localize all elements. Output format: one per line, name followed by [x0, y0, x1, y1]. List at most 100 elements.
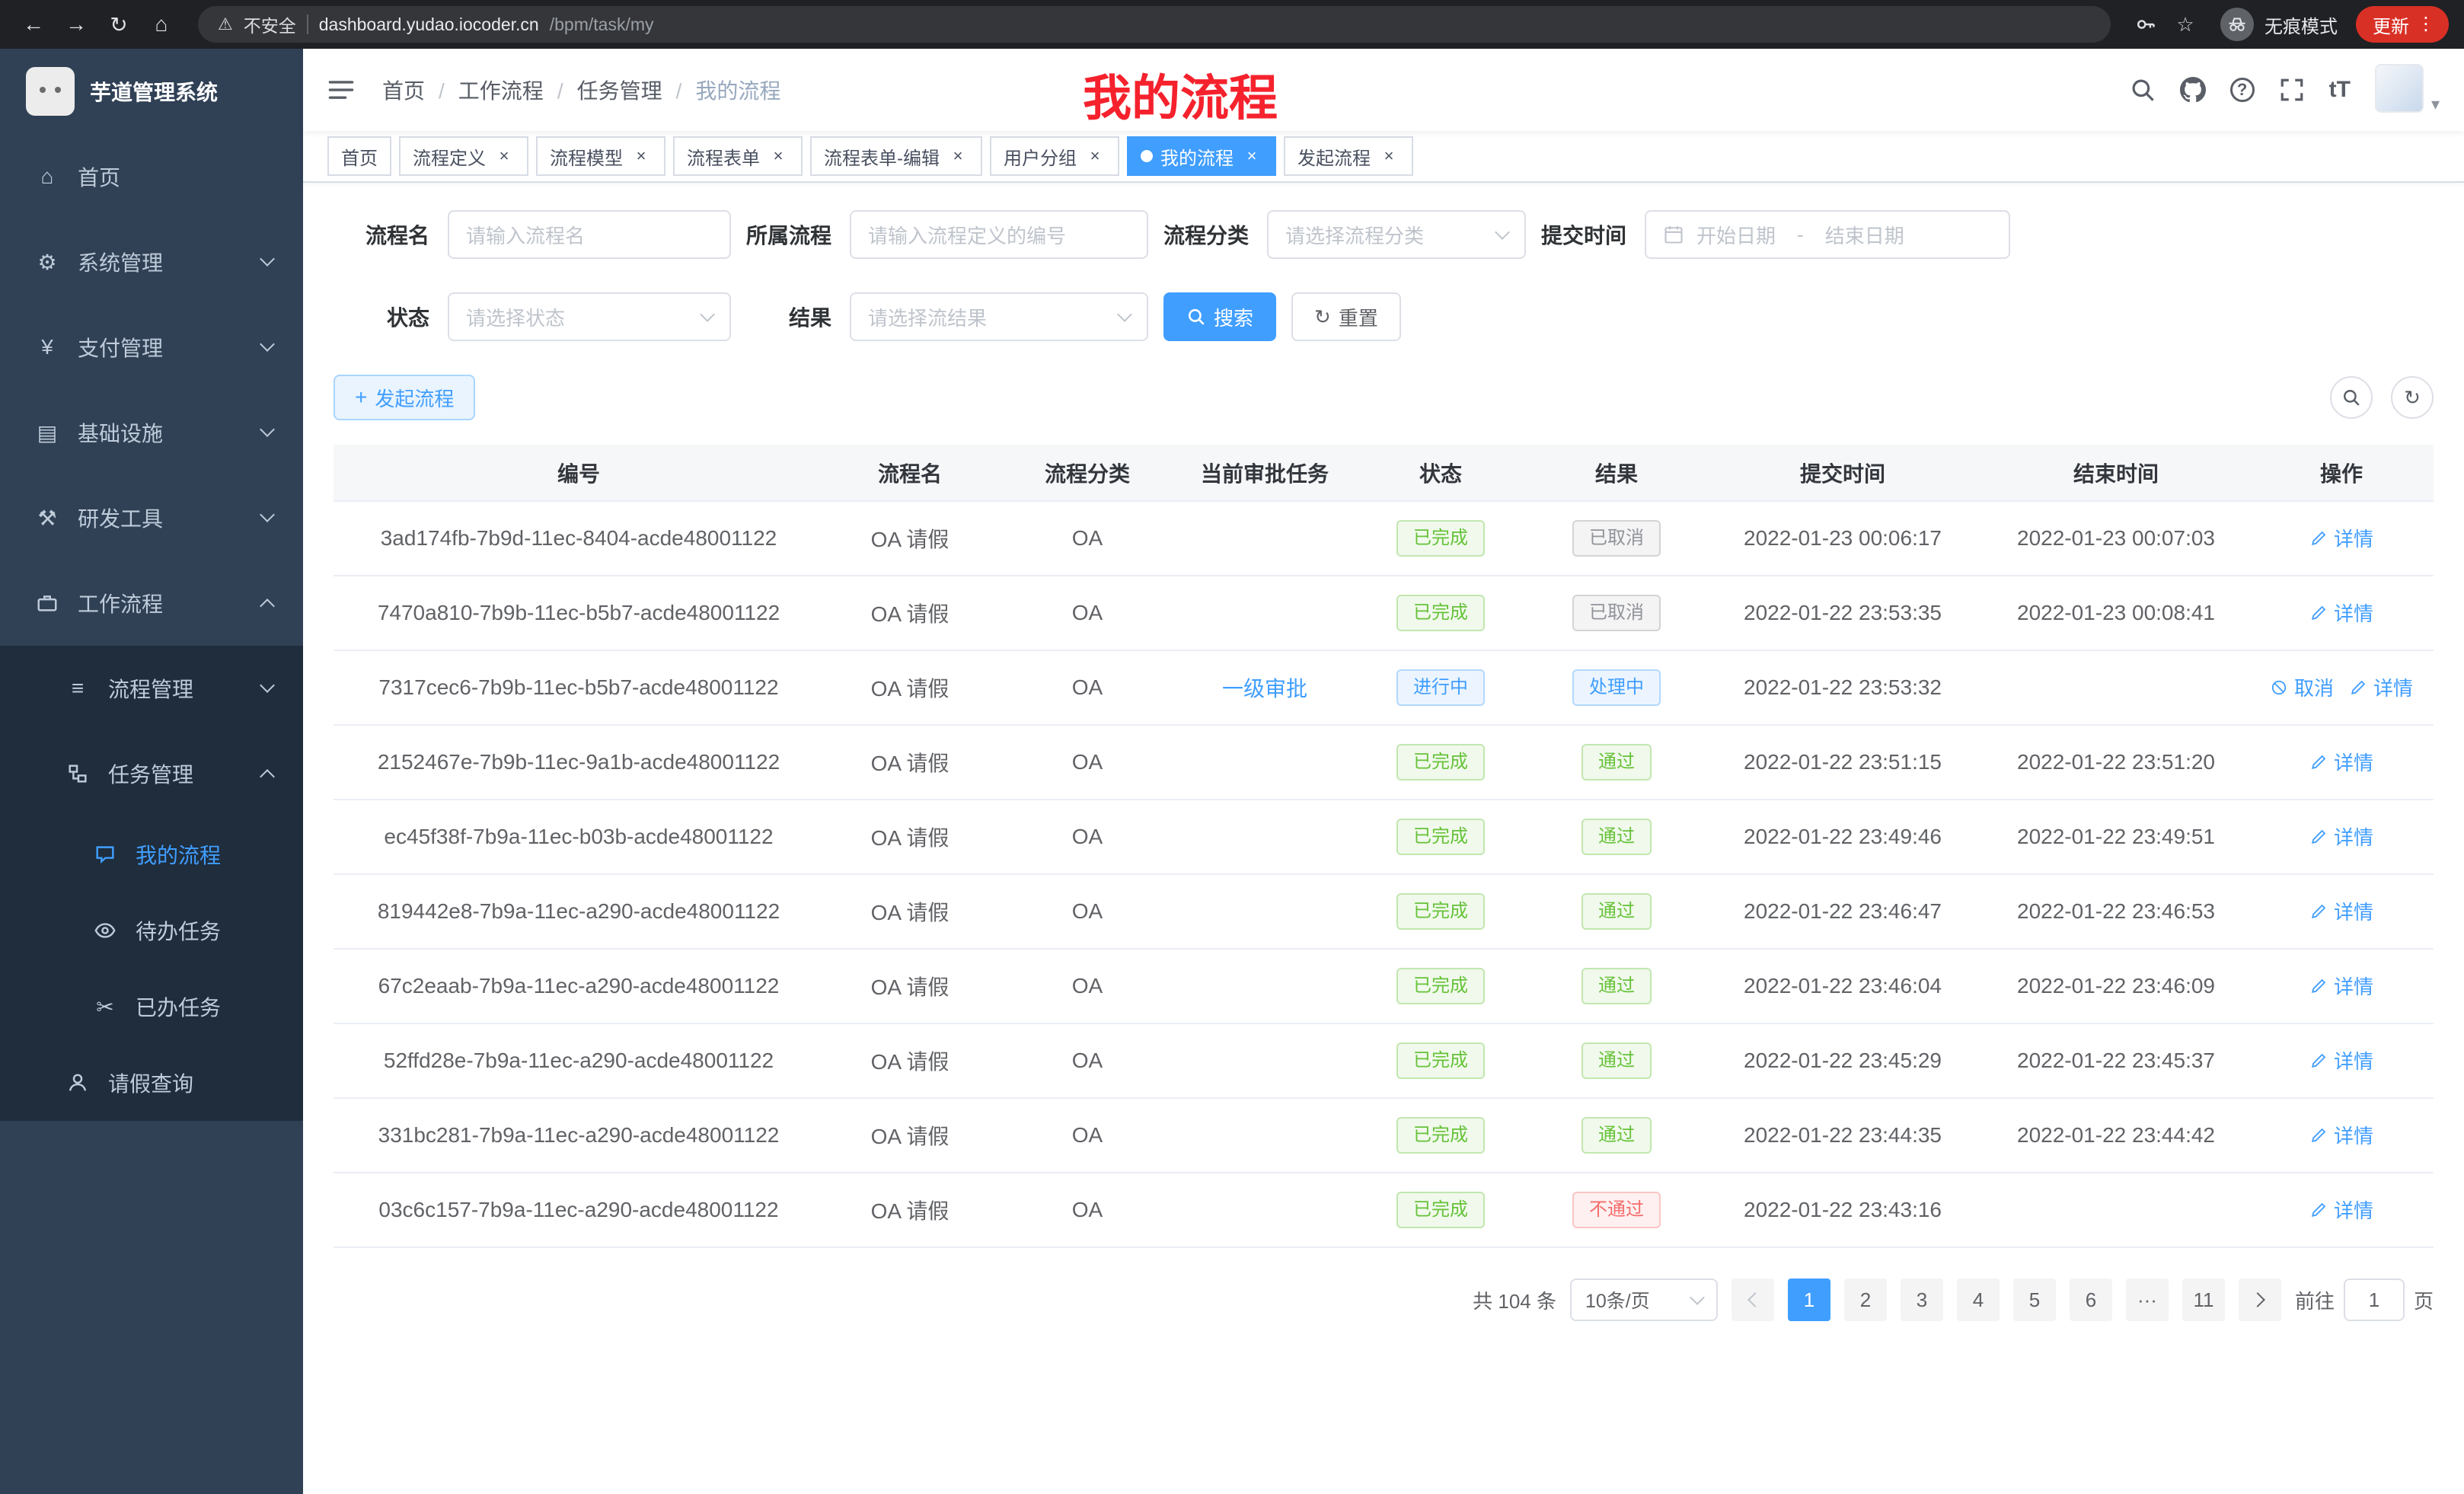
filter-row-2: 状态 请选择状态 结果 请选择流结果 [334, 292, 2434, 341]
bookmark-star-icon[interactable]: ☆ [2169, 13, 2202, 37]
close-icon[interactable] [630, 145, 652, 167]
hamburger-icon[interactable] [327, 76, 355, 104]
end-date-placeholder: 结束日期 [1825, 221, 1904, 249]
detail-link[interactable]: 详情 [2309, 1046, 2373, 1074]
url-path: /bpm/task/my [550, 14, 654, 35]
search-icon[interactable] [2130, 77, 2156, 103]
sidebar-item-my-process[interactable]: 我的流程 [0, 816, 303, 892]
detail-link[interactable]: 详情 [2349, 673, 2413, 701]
detail-link[interactable]: 详情 [2309, 897, 2373, 925]
page-size-select[interactable]: 10条/页 [1570, 1279, 1718, 1321]
reload-icon[interactable]: ↻ [101, 6, 137, 43]
date-range-picker[interactable]: 开始日期 - 结束日期 [1645, 210, 2010, 259]
chevron-down-icon [260, 507, 275, 522]
cancel-link[interactable]: 取消 [2270, 673, 2334, 701]
tab-process-model[interactable]: 流程模型 [536, 136, 665, 176]
fullscreen-icon[interactable] [2279, 77, 2305, 103]
search-toggle-button[interactable] [2330, 376, 2373, 419]
help-icon[interactable]: ? [2230, 78, 2255, 102]
tab-start-process[interactable]: 发起流程 [1284, 136, 1413, 176]
sidebar-item-infra[interactable]: ▤ 基础设施 [0, 390, 303, 475]
page-button[interactable]: 5 [2013, 1279, 2056, 1321]
col-name: 流程名 [824, 445, 996, 501]
font-size-icon[interactable]: tT [2329, 77, 2351, 103]
process-definition-input[interactable]: 请输入流程定义的编号 [850, 210, 1148, 259]
result-badge: 通过 [1581, 893, 1652, 930]
tab-my-process[interactable]: 我的流程 [1127, 136, 1276, 176]
page-button[interactable]: 11 [2182, 1279, 2225, 1321]
close-icon[interactable] [1241, 145, 1262, 167]
col-result: 结果 [1530, 445, 1703, 501]
more-pages-button[interactable]: ··· [2126, 1279, 2169, 1321]
current-task-link[interactable]: 一级审批 [1222, 677, 1307, 701]
cell-id: 331bc281-7b9a-11ec-a290-acde48001122 [334, 1098, 824, 1173]
close-icon[interactable] [1084, 145, 1106, 167]
refresh-icon: ↻ [1314, 305, 1331, 329]
search-button[interactable]: 搜索 [1163, 292, 1276, 341]
page-button[interactable]: 2 [1844, 1279, 1887, 1321]
incognito-icon [2220, 8, 2254, 41]
breadcrumb-home[interactable]: 首页 [382, 75, 458, 105]
close-icon[interactable] [947, 145, 969, 167]
detail-link[interactable]: 详情 [2309, 972, 2373, 1000]
reset-button[interactable]: ↻ 重置 [1291, 292, 1401, 341]
app-logo [26, 67, 75, 116]
page-button[interactable]: 4 [1957, 1279, 2000, 1321]
sidebar-item-task-mgmt[interactable]: 任务管理 [0, 731, 303, 816]
close-icon[interactable] [768, 145, 789, 167]
tab-user-group[interactable]: 用户分组 [990, 136, 1119, 176]
filter-process-definition: 所属流程 请输入流程定义的编号 [746, 210, 1148, 259]
key-icon[interactable] [2129, 14, 2162, 35]
start-process-button[interactable]: + 发起流程 [334, 375, 475, 420]
tools-icon: ⚒ [30, 506, 64, 531]
page-button[interactable]: 6 [2070, 1279, 2112, 1321]
next-page-button[interactable] [2239, 1279, 2281, 1321]
refresh-button[interactable]: ↻ [2391, 376, 2434, 419]
detail-link[interactable]: 详情 [2309, 1121, 2373, 1149]
breadcrumb-task-mgmt[interactable]: 任务管理 [577, 75, 696, 105]
table-row: 7470a810-7b9b-11ec-b5b7-acde48001122 OA … [334, 576, 2434, 650]
detail-link[interactable]: 详情 [2309, 748, 2373, 776]
tab-process-form-edit[interactable]: 流程表单-编辑 [810, 136, 982, 176]
process-name-input[interactable]: 请输入流程名 [448, 210, 731, 259]
sidebar-item-system[interactable]: ⚙ 系统管理 [0, 219, 303, 305]
browser-home-icon[interactable]: ⌂ [143, 6, 180, 43]
user-menu[interactable]: ▾ [2375, 64, 2440, 116]
close-icon[interactable] [493, 145, 515, 167]
page-button[interactable]: 3 [1901, 1279, 1943, 1321]
table-row: 2152467e-7b9b-11ec-9a1b-acde48001122 OA … [334, 725, 2434, 800]
address-bar[interactable]: ⚠ 不安全 dashboard.yudao.iocoder.cn /bpm/ta… [198, 6, 2111, 43]
category-select[interactable]: 请选择流程分类 [1267, 210, 1526, 259]
sidebar-item-devtools[interactable]: ⚒ 研发工具 [0, 475, 303, 560]
tab-process-definition[interactable]: 流程定义 [399, 136, 528, 176]
tab-home[interactable]: 首页 [327, 136, 391, 176]
detail-link[interactable]: 详情 [2309, 822, 2373, 851]
result-select[interactable]: 请选择流结果 [850, 292, 1148, 341]
sidebar-item-process-mgmt[interactable]: ≡ 流程管理 [0, 646, 303, 731]
status-select[interactable]: 请选择状态 [448, 292, 731, 341]
close-icon[interactable] [1378, 145, 1400, 167]
github-icon[interactable] [2180, 77, 2206, 103]
app-logo-row[interactable]: 芋道管理系统 [0, 49, 303, 134]
prev-page-button[interactable] [1732, 1279, 1774, 1321]
tab-process-form[interactable]: 流程表单 [673, 136, 803, 176]
breadcrumb-workflow[interactable]: 工作流程 [458, 75, 577, 105]
detail-link[interactable]: 详情 [2309, 599, 2373, 627]
page-button[interactable]: 1 [1788, 1279, 1830, 1321]
update-button[interactable]: 更新 ⋮ [2356, 6, 2449, 43]
cell-id: 7317cec6-7b9b-11ec-b5b7-acde48001122 [334, 650, 824, 725]
eye-icon [88, 919, 122, 942]
edit-icon [2309, 1126, 2328, 1144]
back-icon[interactable]: ← [15, 6, 52, 43]
sidebar-item-done-tasks[interactable]: ✂ 已办任务 [0, 969, 303, 1045]
goto-page-input[interactable] [2344, 1279, 2405, 1321]
detail-link[interactable]: 详情 [2309, 1196, 2373, 1224]
detail-link[interactable]: 详情 [2309, 524, 2373, 552]
forward-icon[interactable]: → [58, 6, 94, 43]
chevron-down-icon [260, 422, 275, 437]
sidebar-item-workflow[interactable]: 工作流程 [0, 560, 303, 646]
sidebar-item-leave-query[interactable]: 请假查询 [0, 1045, 303, 1121]
sidebar-item-payment[interactable]: ¥ 支付管理 [0, 305, 303, 390]
sidebar-item-home[interactable]: ⌂ 首页 [0, 134, 303, 219]
sidebar-item-todo-tasks[interactable]: 待办任务 [0, 892, 303, 969]
